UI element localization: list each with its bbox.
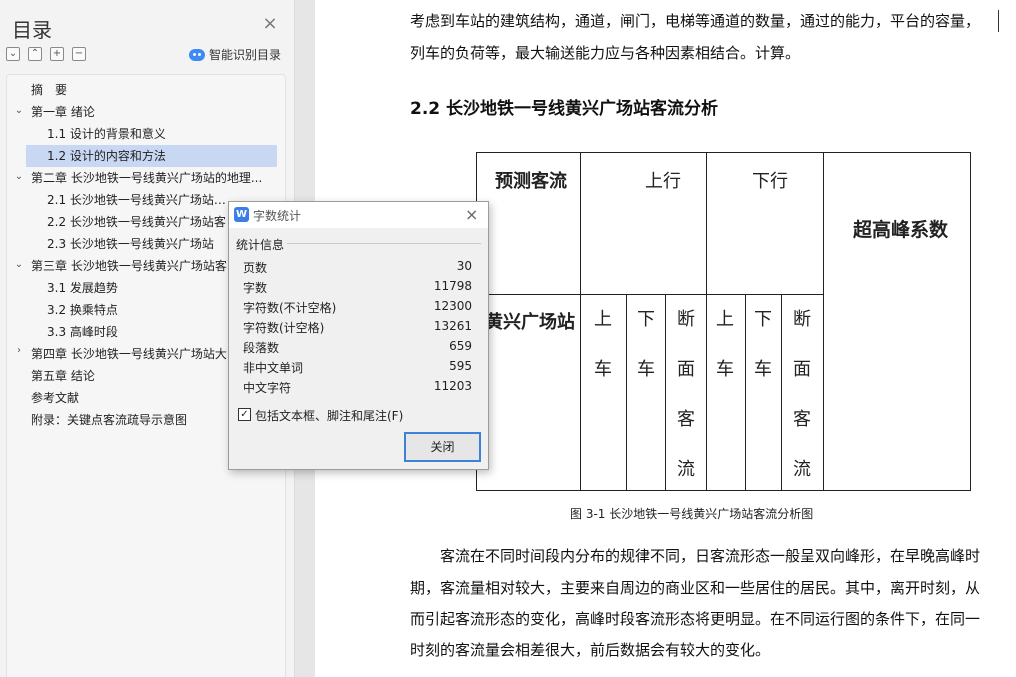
- ai-robot-icon: [189, 48, 205, 61]
- stats-group-label: 统计信息: [236, 238, 285, 252]
- stat-value: 30: [456, 259, 472, 273]
- collapse-up-icon[interactable]: ⌃: [28, 47, 42, 61]
- toc-item-3-3[interactable]: 3.3 高峰时段: [47, 321, 227, 343]
- stat-label: 段落数: [243, 341, 280, 355]
- table-line: [781, 294, 782, 490]
- table-line: [745, 294, 746, 490]
- stat-value: 12300: [433, 299, 472, 313]
- table-line: [580, 153, 581, 490]
- paragraph-line: 列车的负荷等，最大输送能力应与各种因素相结合。计算。: [410, 44, 801, 62]
- table-sub-up-alighting: 下车: [637, 309, 655, 380]
- stat-label: 字符数(计空格): [243, 321, 325, 335]
- toc-toolbar: ⌄ ⌃ + −: [6, 47, 86, 61]
- stat-value: 11798: [433, 279, 472, 293]
- toc-item-2-3[interactable]: 2.3 长沙地铁一号线黄兴广场站: [47, 233, 237, 255]
- toc-title: 目录: [12, 18, 52, 42]
- paragraph-line: 而引起客流形态的变化，高峰时段客流形态将更明显。在不同运行图的条件下，在同一: [410, 610, 981, 628]
- paragraph-line: 时刻的客流量会相差很大，前后数据会有较大的变化。: [410, 641, 771, 659]
- stat-label: 页数: [243, 261, 268, 275]
- close-button[interactable]: 关闭: [404, 432, 481, 462]
- table-sub-up-boarding: 上车: [594, 309, 612, 380]
- paragraph-line: 期，客流量相对较大，主要来自周边的商业区和一些居住的居民。其中，离开时刻，从: [410, 579, 981, 597]
- chevron-right-icon[interactable]: ›: [13, 345, 25, 356]
- toc-item-chapter-3[interactable]: 第三章 长沙地铁一号线黄兴广场站客: [31, 255, 231, 277]
- section-heading: 2.2 长沙地铁一号线黄兴广场站客流分析: [410, 99, 719, 119]
- toc-item-1-2[interactable]: 1.2 设计的内容和方法: [26, 145, 277, 167]
- table-line: [626, 294, 627, 490]
- table-sub-down-section: 断面客流: [793, 309, 811, 480]
- toc-item-2-2[interactable]: 2.2 长沙地铁一号线黄兴广场站客: [47, 211, 237, 233]
- stat-label: 字数: [243, 281, 268, 295]
- checkbox-label[interactable]: 包括文本框、脚注和尾注(F): [255, 407, 403, 424]
- wps-logo-icon: W: [234, 207, 249, 222]
- stat-value: 595: [449, 359, 472, 373]
- stat-value: 11203: [433, 379, 472, 393]
- paragraph-line: 考虑到车站的建筑结构，通道，闸门，电梯等通道的数量，通过的能力，平台的容量，: [410, 12, 981, 30]
- stat-label: 中文字符: [243, 381, 292, 395]
- chevron-down-icon[interactable]: ⌄: [13, 259, 25, 270]
- word-count-dialog: W 字数统计 × 统计信息 页数 30 字数 11798 字符数(不计空格) 1…: [228, 201, 489, 470]
- include-textbox-checkbox[interactable]: ✓: [238, 408, 251, 421]
- toc-item-3-1[interactable]: 3.1 发展趋势: [47, 277, 227, 299]
- table-sub-down-alighting: 下车: [754, 309, 772, 380]
- toc-item-references[interactable]: 参考文献: [31, 387, 231, 409]
- figure-caption: 图 3-1 长沙地铁一号线黄兴广场站客流分析图: [570, 507, 814, 521]
- close-icon[interactable]: ×: [262, 15, 278, 33]
- toc-item-appendix[interactable]: 附录：关键点客流疏导示意图: [31, 409, 231, 431]
- table-line: [823, 153, 824, 490]
- toc-item-abstract[interactable]: 摘 要: [31, 79, 271, 101]
- chevron-down-icon[interactable]: ⌄: [13, 171, 25, 182]
- table-corner-header: 预测客流: [495, 171, 567, 192]
- flow-table: 预测客流 上行 下行 超高峰系数 黄兴广场站 上车 下车 断面客流 上车 下车 …: [476, 152, 971, 491]
- collapse-all-icon[interactable]: −: [72, 47, 86, 61]
- table-line: [665, 294, 666, 490]
- divider: [287, 243, 481, 244]
- expand-all-icon[interactable]: +: [50, 47, 64, 61]
- collapse-down-icon[interactable]: ⌄: [6, 47, 20, 61]
- toc-item-chapter-4[interactable]: 第四章 长沙地铁一号线黄兴广场站大: [31, 343, 231, 365]
- table-sub-up-section: 断面客流: [677, 309, 695, 480]
- toc-item-2-1[interactable]: 2.1 长沙地铁一号线黄兴广场站地理位: [47, 189, 237, 211]
- smart-toc-label: 智能识别目录: [209, 48, 282, 62]
- dialog-title: 字数统计: [253, 209, 302, 223]
- close-icon[interactable]: ×: [465, 205, 478, 224]
- toc-item-3-2[interactable]: 3.2 换乘特点: [47, 299, 227, 321]
- table-sub-down-boarding: 上车: [716, 309, 734, 380]
- toc-item-chapter-5[interactable]: 第五章 结论: [31, 365, 231, 387]
- stat-value: 13261: [433, 319, 472, 333]
- smart-toc-button[interactable]: 智能识别目录: [189, 46, 281, 63]
- table-peak-header: 超高峰系数: [853, 219, 949, 241]
- chevron-down-icon[interactable]: ⌄: [13, 105, 25, 116]
- stat-label: 字符数(不计空格): [243, 301, 337, 315]
- stat-value: 659: [449, 339, 472, 353]
- paragraph-line: 客流在不同时间段内分布的规律不同，日客流形态一般呈双向峰形，在早晚高峰时: [440, 547, 981, 565]
- table-down-header: 下行: [752, 171, 788, 192]
- stat-label: 非中文单词: [243, 361, 304, 375]
- table-line: [706, 153, 707, 490]
- toc-item-chapter-1[interactable]: 第一章 绪论: [31, 101, 271, 123]
- table-station-label: 黄兴广场站: [485, 312, 575, 333]
- text-cursor: [998, 10, 999, 32]
- table-up-header: 上行: [645, 171, 681, 192]
- toc-item-chapter-2[interactable]: 第二章 长沙地铁一号线黄兴广场站的地理...: [31, 167, 271, 189]
- dialog-titlebar[interactable]: W 字数统计 ×: [229, 202, 488, 228]
- toc-item-1-1[interactable]: 1.1 设计的背景和意义: [47, 123, 277, 145]
